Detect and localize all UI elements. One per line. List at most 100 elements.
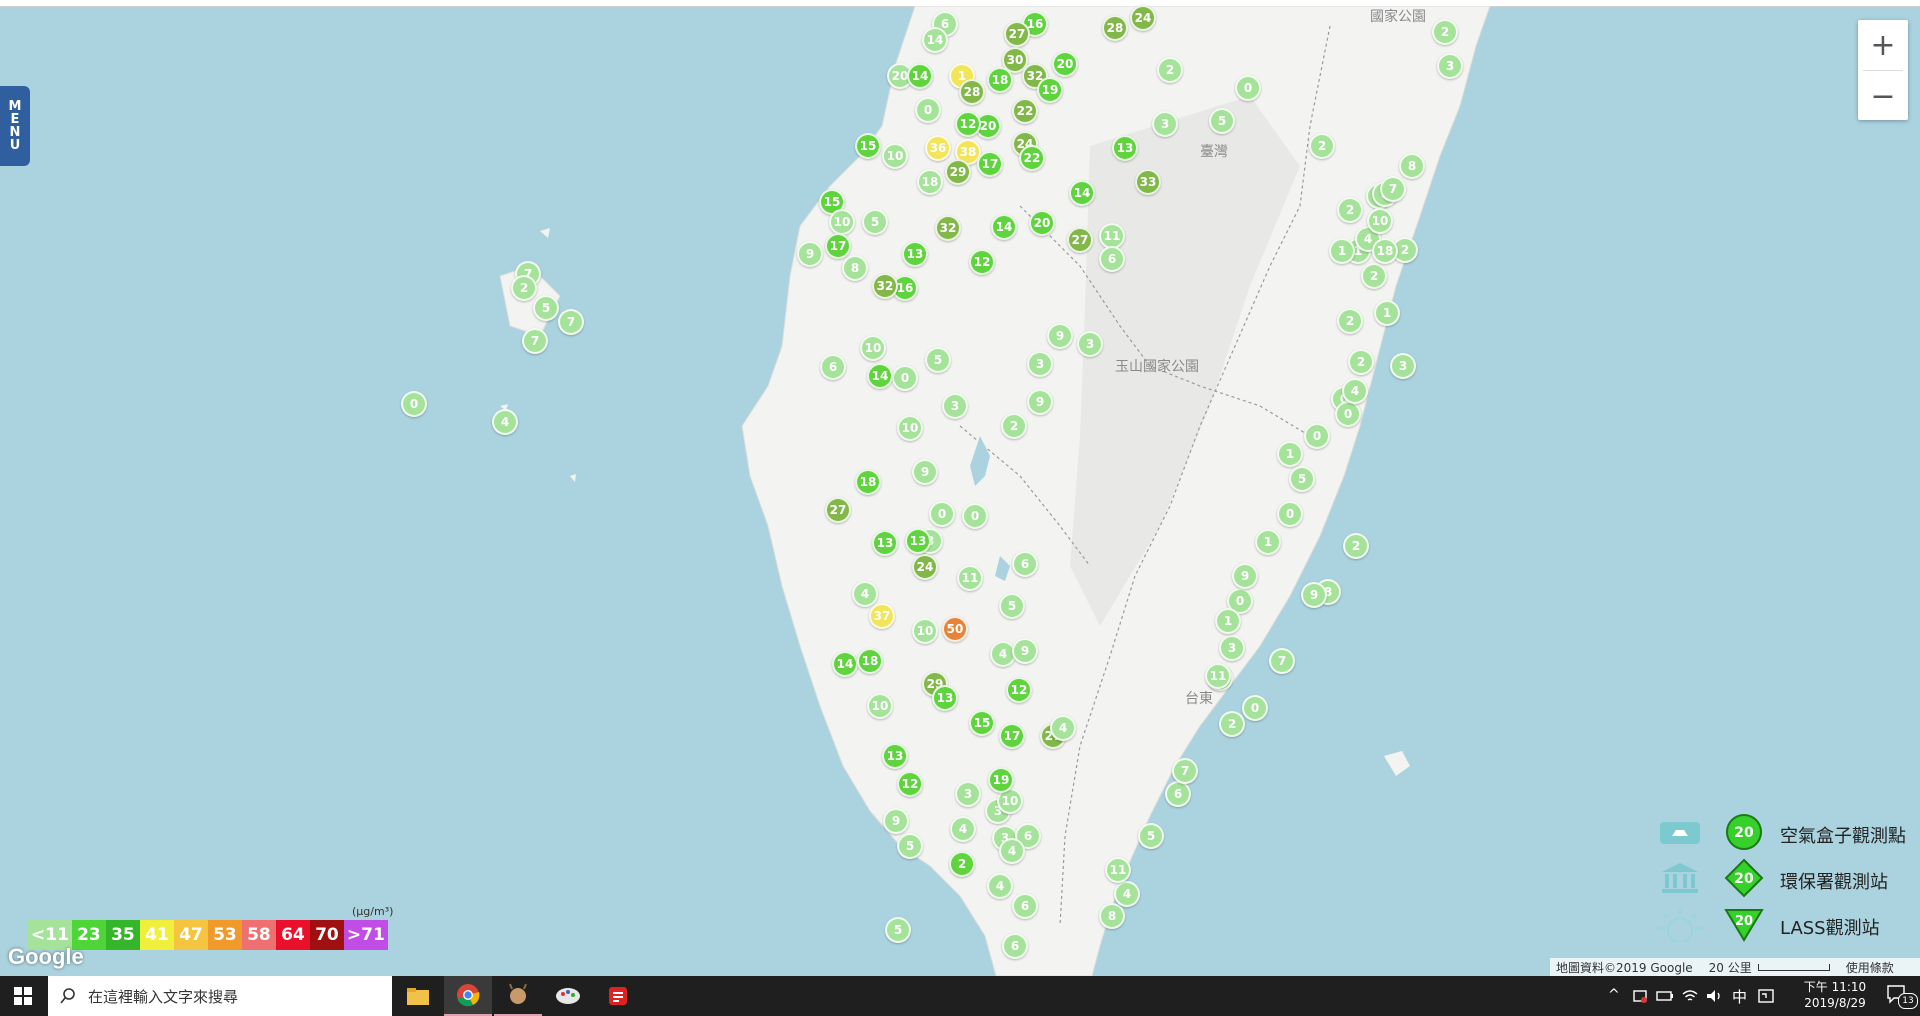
app-button[interactable] bbox=[494, 976, 542, 1016]
airbox-marker[interactable]: 5 bbox=[862, 209, 888, 235]
airbox-marker[interactable]: 12 bbox=[1006, 677, 1032, 703]
zoom-in-button[interactable]: + bbox=[1858, 20, 1908, 70]
airbox-marker[interactable]: 6 bbox=[1165, 781, 1191, 807]
airbox-marker[interactable]: 14 bbox=[867, 363, 893, 389]
airbox-marker[interactable]: 13 bbox=[1112, 135, 1138, 161]
airbox-marker[interactable]: 10 bbox=[897, 415, 923, 441]
airbox-marker[interactable]: 14 bbox=[922, 27, 948, 53]
airbox-marker[interactable]: 4 bbox=[1050, 715, 1076, 741]
airbox-marker[interactable]: 4 bbox=[492, 409, 518, 435]
airbox-marker[interactable]: 3 bbox=[955, 781, 981, 807]
airbox-marker[interactable]: 15 bbox=[855, 133, 881, 159]
airbox-marker[interactable]: 9 bbox=[1012, 638, 1038, 664]
airbox-marker[interactable]: 2 bbox=[1361, 263, 1387, 289]
notification-center-button[interactable]: 13 bbox=[1886, 984, 1918, 1009]
airbox-marker[interactable]: 2 bbox=[949, 851, 975, 877]
airbox-marker[interactable]: 12 bbox=[955, 111, 981, 137]
airbox-marker[interactable]: 15 bbox=[969, 710, 995, 736]
airbox-marker[interactable]: 14 bbox=[832, 651, 858, 677]
airbox-marker[interactable]: 17 bbox=[999, 723, 1025, 749]
airbox-marker[interactable]: 33 bbox=[1135, 169, 1161, 195]
airbox-marker[interactable]: 8 bbox=[842, 255, 868, 281]
airbox-marker[interactable]: 36 bbox=[925, 135, 951, 161]
airbox-marker[interactable]: 0 bbox=[892, 365, 918, 391]
battery-icon[interactable] bbox=[1656, 988, 1674, 1004]
airbox-marker[interactable]: 27 bbox=[1004, 21, 1030, 47]
airbox-marker[interactable]: 12 bbox=[897, 771, 923, 797]
airbox-marker[interactable]: 1 bbox=[1329, 238, 1355, 264]
airbox-marker[interactable]: 5 bbox=[1289, 466, 1315, 492]
airbox-marker[interactable]: 2 bbox=[1432, 19, 1458, 45]
airbox-marker[interactable]: 6 bbox=[1099, 246, 1125, 272]
airbox-marker[interactable]: 6 bbox=[820, 354, 846, 380]
volume-icon[interactable] bbox=[1706, 988, 1724, 1004]
airbox-marker[interactable]: 3 bbox=[1077, 331, 1103, 357]
airbox-marker[interactable]: 37 bbox=[869, 603, 895, 629]
airbox-marker[interactable]: 9 bbox=[1232, 563, 1258, 589]
airbox-marker[interactable]: 28 bbox=[959, 79, 985, 105]
airbox-marker[interactable]: 5 bbox=[885, 917, 911, 943]
airbox-marker[interactable]: 0 bbox=[1242, 695, 1268, 721]
airbox-marker[interactable]: 13 bbox=[872, 530, 898, 556]
airbox-marker[interactable]: 3 bbox=[1219, 635, 1245, 661]
airbox-marker[interactable]: 2 bbox=[1337, 308, 1363, 334]
airbox-marker[interactable]: 2 bbox=[511, 275, 537, 301]
airbox-marker[interactable]: 2 bbox=[1157, 57, 1183, 83]
airbox-marker[interactable]: 5 bbox=[533, 295, 559, 321]
airbox-marker[interactable]: 1 bbox=[1255, 529, 1281, 555]
airbox-marker[interactable]: 4 bbox=[950, 816, 976, 842]
airbox-marker[interactable]: 4 bbox=[1342, 378, 1368, 404]
airbox-marker[interactable]: 10 bbox=[882, 143, 908, 169]
menu-tab[interactable]: M E N U bbox=[0, 86, 30, 166]
airbox-marker[interactable]: 3 bbox=[1152, 111, 1178, 137]
airbox-marker[interactable]: 0 bbox=[1335, 401, 1361, 427]
airbox-marker[interactable]: 20 bbox=[1052, 51, 1078, 77]
airbox-marker[interactable]: 9 bbox=[912, 459, 938, 485]
airbox-marker[interactable]: 1 bbox=[1215, 608, 1241, 634]
airbox-marker[interactable]: 28 bbox=[1102, 15, 1128, 41]
airbox-marker[interactable]: 9 bbox=[1301, 582, 1327, 608]
chrome-button[interactable] bbox=[444, 976, 492, 1016]
airbox-marker[interactable]: 18 bbox=[855, 469, 881, 495]
airbox-marker[interactable]: 4 bbox=[999, 838, 1025, 864]
airbox-marker[interactable]: 5 bbox=[999, 593, 1025, 619]
airbox-marker[interactable]: 20 bbox=[1029, 210, 1055, 236]
airbox-marker[interactable]: 2 bbox=[1219, 711, 1245, 737]
airbox-marker[interactable]: 19 bbox=[1037, 77, 1063, 103]
airbox-marker[interactable]: 12 bbox=[969, 249, 995, 275]
airbox-marker[interactable]: 13 bbox=[932, 685, 958, 711]
airbox-marker[interactable]: 11 bbox=[957, 565, 983, 591]
airbox-marker[interactable]: 6 bbox=[1002, 933, 1028, 959]
airbox-marker[interactable]: 2 bbox=[1309, 133, 1335, 159]
airbox-marker[interactable]: 3 bbox=[1390, 353, 1416, 379]
airbox-marker[interactable]: 10 bbox=[860, 335, 886, 361]
airbox-marker[interactable]: 9 bbox=[797, 241, 823, 267]
airbox-marker[interactable]: 17 bbox=[977, 151, 1003, 177]
airbox-marker[interactable]: 10 bbox=[1367, 208, 1393, 234]
airbox-marker[interactable]: 14 bbox=[907, 63, 933, 89]
airbox-marker[interactable]: 11 bbox=[1205, 663, 1231, 689]
airbox-marker[interactable]: 0 bbox=[962, 503, 988, 529]
airbox-marker[interactable]: 2 bbox=[1337, 197, 1363, 223]
airbox-marker[interactable]: 18 bbox=[857, 648, 883, 674]
airbox-marker[interactable]: 18 bbox=[917, 169, 943, 195]
airbox-marker[interactable]: 7 bbox=[1269, 648, 1295, 674]
airbox-marker[interactable]: 32 bbox=[935, 215, 961, 241]
airbox-marker[interactable]: 17 bbox=[825, 233, 851, 259]
airbox-marker[interactable]: 9 bbox=[883, 808, 909, 834]
airbox-marker[interactable]: 22 bbox=[1019, 145, 1045, 171]
airbox-marker[interactable]: 5 bbox=[1209, 108, 1235, 134]
ime-indicator[interactable]: 中 bbox=[1732, 986, 1747, 1007]
airbox-marker[interactable]: 5 bbox=[897, 833, 923, 859]
airbox-marker[interactable]: 10 bbox=[829, 209, 855, 235]
airbox-marker[interactable]: 7 bbox=[522, 328, 548, 354]
airbox-marker[interactable]: 22 bbox=[1012, 98, 1038, 124]
airbox-marker[interactable]: 24 bbox=[912, 554, 938, 580]
airbox-marker[interactable]: 14 bbox=[1069, 180, 1095, 206]
start-button[interactable] bbox=[0, 976, 46, 1016]
airbox-marker[interactable]: 29 bbox=[945, 159, 971, 185]
map-canvas[interactable]: 國家公園 臺灣 玉山國家公園 台東 6 16 28 24 27 14 20 30 32 19 20 1… bbox=[0, 5, 1920, 976]
airbox-marker[interactable]: 4 bbox=[1114, 881, 1140, 907]
airbox-marker[interactable]: 2 bbox=[1001, 413, 1027, 439]
airbox-marker[interactable]: 1 bbox=[1374, 300, 1400, 326]
